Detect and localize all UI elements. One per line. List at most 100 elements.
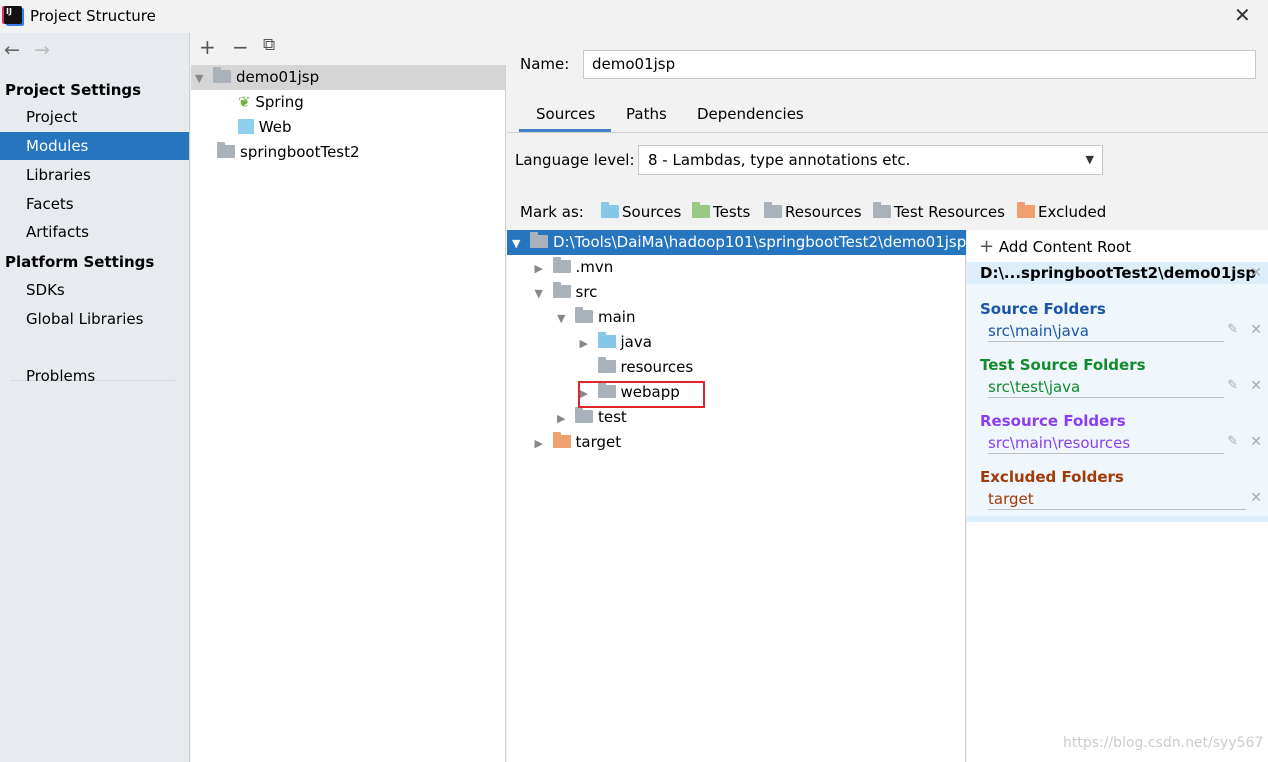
collapse-arrow-icon[interactable]: ▼ [535, 281, 553, 306]
collapse-arrow-icon[interactable]: ▼ [557, 306, 575, 331]
module-label: demo01jsp [236, 68, 320, 86]
remove-icon[interactable]: − [232, 35, 249, 59]
expand-arrow-icon[interactable]: ▶ [535, 256, 553, 281]
sidebar-item-modules[interactable]: Modules [0, 132, 189, 160]
chevron-down-icon: ▼ [1085, 153, 1094, 166]
folder-group-title: Test Source Folders [980, 356, 1146, 374]
tree-node-label: java [620, 333, 652, 351]
sidebar-item-global-libraries[interactable]: Global Libraries [0, 305, 189, 333]
expand-arrow-icon[interactable]: ▼ [195, 66, 213, 91]
tree-node-target[interactable]: ▶ target [507, 430, 621, 455]
mark-sources-button[interactable]: Sources [601, 202, 682, 221]
copy-icon[interactable]: ⧉ [263, 35, 275, 55]
sidebar-item-problems[interactable]: Problems [0, 362, 189, 390]
close-button[interactable]: ✕ [1234, 3, 1251, 27]
content-tree: ▼ D:\Tools\DaiMa\hadoop101\springbootTest… [507, 230, 966, 762]
folder-group-title: Source Folders [980, 300, 1106, 318]
folder-group-title: Excluded Folders [980, 468, 1124, 486]
content-root-label: D:\...springbootTest2\demo01jsp [980, 264, 1257, 282]
mark-label: Tests [713, 203, 751, 221]
remove-folder-icon[interactable]: ✕ [1250, 378, 1262, 394]
remove-root-icon[interactable]: ✕ [1250, 262, 1262, 284]
resources-folder-icon [764, 202, 782, 218]
expand-arrow-icon[interactable]: ▶ [535, 431, 553, 456]
module-tree-item-spring[interactable]: ❦ Spring [238, 90, 304, 115]
tree-node-resources[interactable]: resources [507, 355, 693, 380]
add-content-root-button[interactable]: + Add Content Root [979, 236, 1131, 257]
plus-icon: + [979, 236, 995, 257]
tab-sources[interactable]: Sources [536, 105, 595, 123]
mark-resources-button[interactable]: Resources [764, 202, 862, 221]
folder-icon [552, 282, 571, 298]
folder-icon [575, 407, 593, 423]
sources-folder-icon [601, 202, 619, 218]
mark-tests-button[interactable]: Tests [692, 202, 751, 221]
tab-paths[interactable]: Paths [626, 105, 667, 123]
modules-toolbar: + − ⧉ [191, 33, 506, 65]
mark-as-label: Mark as: [520, 203, 584, 221]
modules-panel: + − ⧉ ▼ demo01jsp ❦ Spring Web springboot… [191, 33, 506, 762]
mark-test-resources-button[interactable]: Test Resources [873, 202, 1005, 221]
folder-path: src\test\java [988, 378, 1224, 398]
sidebar-item-artifacts[interactable]: Artifacts [0, 218, 189, 246]
language-level-select[interactable]: 8 - Lambdas, type annotations etc. ▼ [638, 145, 1103, 175]
web-facet-icon [238, 119, 254, 134]
tree-node-label: resources [620, 358, 694, 376]
edit-pencil-icon[interactable]: ✎ [1227, 378, 1238, 393]
tree-node-main[interactable]: ▼ main [507, 305, 635, 330]
module-tree-item-demo01jsp[interactable]: ▼ demo01jsp [191, 65, 505, 90]
sidebar-item-project[interactable]: Project [0, 103, 189, 131]
module-tree-item-springboottest2[interactable]: springbootTest2 [217, 140, 360, 165]
mark-label: Test Resources [894, 203, 1005, 221]
sidebar-item-libraries[interactable]: Libraries [0, 161, 189, 189]
folder-icon [552, 432, 571, 448]
add-content-root-label: Add Content Root [998, 238, 1132, 256]
spring-leaf-icon: ❦ [238, 93, 251, 111]
forward-arrow-icon[interactable]: → [34, 39, 50, 61]
tree-node-label: src [575, 283, 598, 301]
expand-arrow-icon[interactable]: ▶ [580, 331, 598, 356]
collapse-arrow-icon[interactable]: ▼ [512, 231, 530, 256]
tree-node-label: target [575, 433, 622, 451]
window-title: Project Structure [30, 7, 156, 25]
back-arrow-icon[interactable]: ← [4, 39, 20, 61]
remove-folder-icon[interactable]: ✕ [1250, 490, 1262, 506]
mark-label: Resources [785, 203, 862, 221]
tree-node-src[interactable]: ▼ src [507, 280, 597, 305]
module-tree-item-web[interactable]: Web [238, 115, 291, 140]
tree-node-label: .mvn [575, 258, 614, 276]
divider [507, 132, 1268, 133]
edit-pencil-icon[interactable]: ✎ [1227, 322, 1238, 337]
intellij-logo-icon: IJ [4, 6, 22, 24]
remove-folder-icon[interactable]: ✕ [1250, 434, 1262, 450]
tree-node-java[interactable]: ▶ java [507, 330, 652, 355]
edit-pencil-icon[interactable]: ✎ [1227, 434, 1238, 449]
folder-path: target [988, 490, 1246, 510]
tree-node-label: D:\Tools\DaiMa\hadoop101\springbootTest2… [553, 233, 967, 251]
section-platform-settings: Platform Settings [5, 253, 155, 271]
excluded-folder-icon [1017, 202, 1035, 218]
tab-dependencies[interactable]: Dependencies [697, 105, 804, 123]
facet-label: Web [258, 118, 292, 136]
expand-arrow-icon[interactable]: ▶ [557, 406, 575, 431]
remove-folder-icon[interactable]: ✕ [1250, 322, 1262, 338]
mark-label: Sources [622, 203, 682, 221]
folder-icon [575, 307, 593, 323]
folder-icon [530, 232, 548, 248]
folder-icon [552, 257, 571, 273]
tree-node-test[interactable]: ▶ test [507, 405, 627, 430]
add-icon[interactable]: + [199, 35, 216, 59]
sidebar-item-sdks[interactable]: SDKs [0, 276, 189, 304]
content-roots-panel: + Add Content Root D:\...springbootTest2… [967, 230, 1268, 762]
tree-node-d-tools-daima-hadoop101-springboottest2-demo01jsp[interactable]: ▼ D:\Tools\DaiMa\hadoop101\springbootTest… [507, 230, 966, 255]
tree-node-mvn[interactable]: ▶ .mvn [507, 255, 613, 280]
mark-excluded-button[interactable]: Excluded [1017, 202, 1106, 221]
name-input[interactable]: demo01jsp [583, 50, 1256, 79]
watermark: https://blog.csdn.net/syy567 [1063, 735, 1264, 751]
highlight-box [578, 381, 705, 408]
sidebar-item-facets[interactable]: Facets [0, 190, 189, 218]
folder-path: src\main\java [988, 322, 1224, 342]
tree-node-label: main [598, 308, 636, 326]
sidebar: ← → Project Settings Project Modules Lib… [0, 33, 190, 762]
folder-path: src\main\resources [988, 434, 1224, 454]
